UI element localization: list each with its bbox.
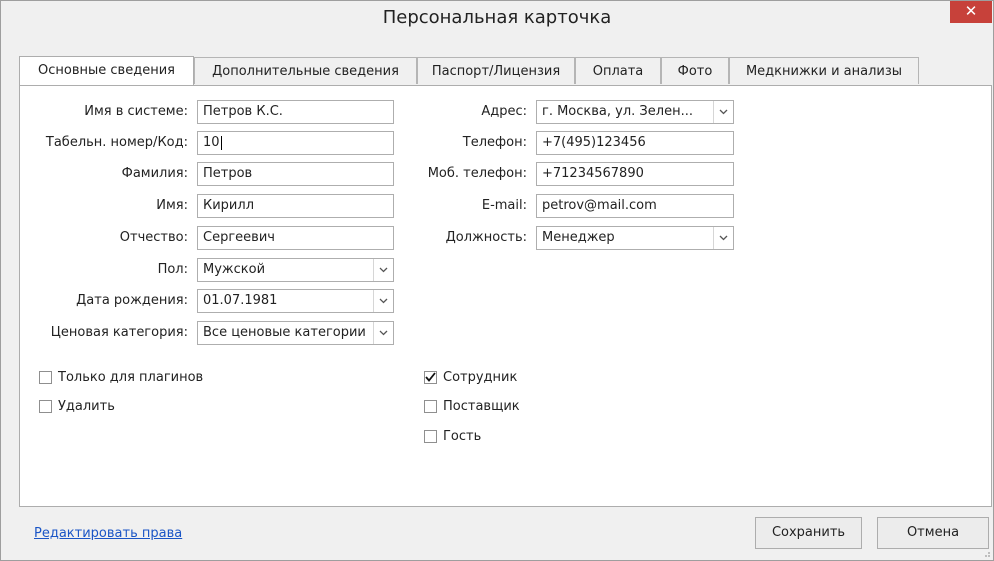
save-button[interactable]: Сохранить <box>755 517 862 549</box>
chevron-down-icon[interactable] <box>713 101 733 123</box>
checkmark-icon <box>425 372 436 382</box>
delete-checkbox[interactable]: Удалить <box>39 397 115 415</box>
employee-checkbox[interactable]: Сотрудник <box>424 368 517 386</box>
chevron-down-icon[interactable] <box>373 322 393 344</box>
address-label: Адрес: <box>481 104 527 119</box>
first-name-label: Имя: <box>156 198 188 213</box>
resize-grip-icon[interactable] <box>981 548 991 558</box>
employee-code-field[interactable]: 10 <box>197 131 394 155</box>
email-field[interactable]: petrov@mail.com <box>536 194 734 218</box>
gender-dropdown[interactable]: Мужской <box>197 258 394 282</box>
checkbox-box[interactable] <box>424 429 437 443</box>
position-dropdown[interactable]: Менеджер <box>536 226 734 250</box>
chevron-down-icon[interactable] <box>373 259 393 281</box>
birth-date-label: Дата рождения: <box>76 293 188 308</box>
cancel-button[interactable]: Отмена <box>877 517 989 549</box>
tab-main-info[interactable]: Основные сведения <box>19 56 194 85</box>
middle-name-field[interactable]: Сергеевич <box>197 226 394 250</box>
last-name-field[interactable]: Петров <box>197 162 394 186</box>
login-name-label: Имя в системе: <box>84 104 188 119</box>
edit-rights-link[interactable]: Редактировать права <box>34 526 182 541</box>
tab-payment[interactable]: Оплата <box>575 57 661 84</box>
chevron-down-icon[interactable] <box>373 290 393 312</box>
tab-additional-info[interactable]: Дополнительные сведения <box>194 57 417 84</box>
phone-field[interactable]: +7(495)123456 <box>536 131 734 155</box>
chevron-down-icon[interactable] <box>713 227 733 249</box>
personal-card-dialog: Персональная карточка ✕ Основные сведени… <box>0 0 994 561</box>
gender-label: Пол: <box>157 262 188 277</box>
close-button[interactable]: ✕ <box>950 1 992 23</box>
price-category-label: Ценовая категория: <box>50 325 188 340</box>
last-name-label: Фамилия: <box>121 166 188 181</box>
employee-code-label: Табельн. номер/Код: <box>45 135 188 150</box>
guest-checkbox[interactable]: Гость <box>424 427 481 445</box>
checkbox-box[interactable] <box>39 399 52 413</box>
birth-date-picker[interactable]: 01.07.1981 <box>197 289 394 313</box>
mobile-phone-field[interactable]: +71234567890 <box>536 162 734 186</box>
tab-medical[interactable]: Медкнижки и анализы <box>729 57 919 84</box>
position-label: Должность: <box>445 230 527 245</box>
dialog-title: Персональная карточка <box>382 7 612 28</box>
phone-label: Телефон: <box>462 135 527 150</box>
email-label: E-mail: <box>481 198 527 213</box>
plugins-only-checkbox[interactable]: Только для плагинов <box>39 368 203 386</box>
tab-passport-license[interactable]: Паспорт/Лицензия <box>417 57 575 84</box>
title-bar[interactable]: Персональная карточка ✕ <box>1 1 993 35</box>
middle-name-label: Отчество: <box>119 230 188 245</box>
checkbox-box[interactable] <box>39 370 52 384</box>
checkbox-box[interactable] <box>424 370 437 384</box>
checkbox-box[interactable] <box>424 399 437 413</box>
tab-photo[interactable]: Фото <box>661 57 729 84</box>
close-icon: ✕ <box>964 2 978 20</box>
address-dropdown[interactable]: г. Москва, ул. Зелен... <box>536 100 734 124</box>
login-name-field[interactable]: Петров К.С. <box>197 100 394 124</box>
first-name-field[interactable]: Кирилл <box>197 194 394 218</box>
mobile-phone-label: Моб. телефон: <box>427 166 527 181</box>
text-cursor <box>220 135 222 150</box>
supplier-checkbox[interactable]: Поставщик <box>424 397 520 415</box>
price-category-dropdown[interactable]: Все ценовые категории <box>197 321 394 345</box>
